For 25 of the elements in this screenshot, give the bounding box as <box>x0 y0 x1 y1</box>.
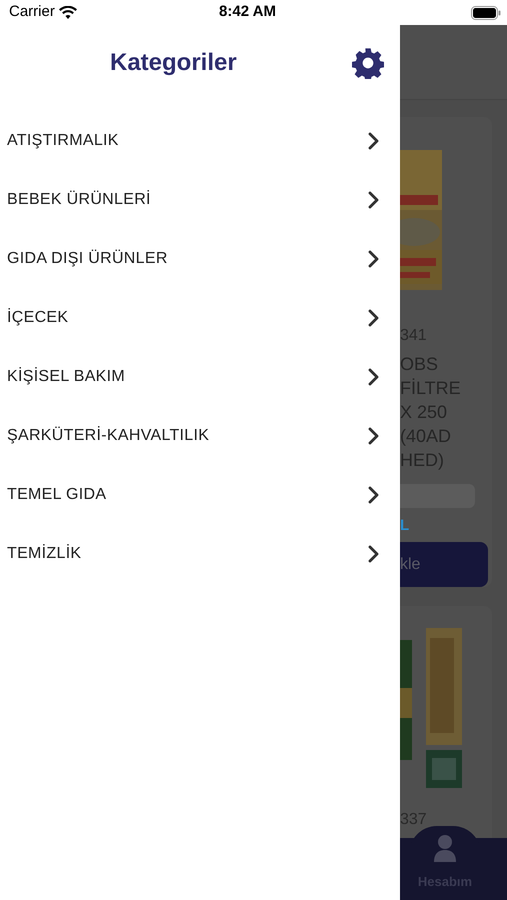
settings-icon[interactable] <box>352 47 384 79</box>
carrier-label: Carrier <box>9 2 55 22</box>
input-field[interactable] <box>400 484 475 508</box>
category-item[interactable]: ATIŞTIRMALIK <box>0 111 400 170</box>
chevron-right-icon <box>368 486 380 504</box>
time-label: 8:42 AM <box>219 2 276 22</box>
chevron-right-icon <box>368 308 380 326</box>
drawer-title: Kategoriler <box>110 48 237 78</box>
category-item[interactable]: TEMEL GIDA <box>0 465 400 524</box>
category-item[interactable]: GIDA DIŞI ÜRÜNLER <box>0 229 400 288</box>
chevron-right-icon <box>368 132 380 150</box>
chevron-right-icon <box>368 190 380 208</box>
battery-icon <box>471 6 501 20</box>
chevron-right-icon <box>368 426 380 444</box>
category-item[interactable]: KİŞİSEL BAKIM <box>0 347 400 406</box>
person-icon <box>433 834 457 862</box>
chevron-right-icon <box>368 368 380 386</box>
chevron-right-icon <box>368 544 380 562</box>
chevron-right-icon <box>368 250 380 268</box>
wifi-icon <box>58 6 77 19</box>
category-item[interactable]: BEBEK ÜRÜNLERİ <box>0 170 400 229</box>
category-item[interactable]: İÇECEK <box>0 288 400 347</box>
category-item[interactable]: ŞARKÜTERİ-KAHVALTILIK <box>0 406 400 465</box>
product-price: L <box>400 516 410 536</box>
category-item[interactable]: TEMİZLİK <box>0 524 400 583</box>
